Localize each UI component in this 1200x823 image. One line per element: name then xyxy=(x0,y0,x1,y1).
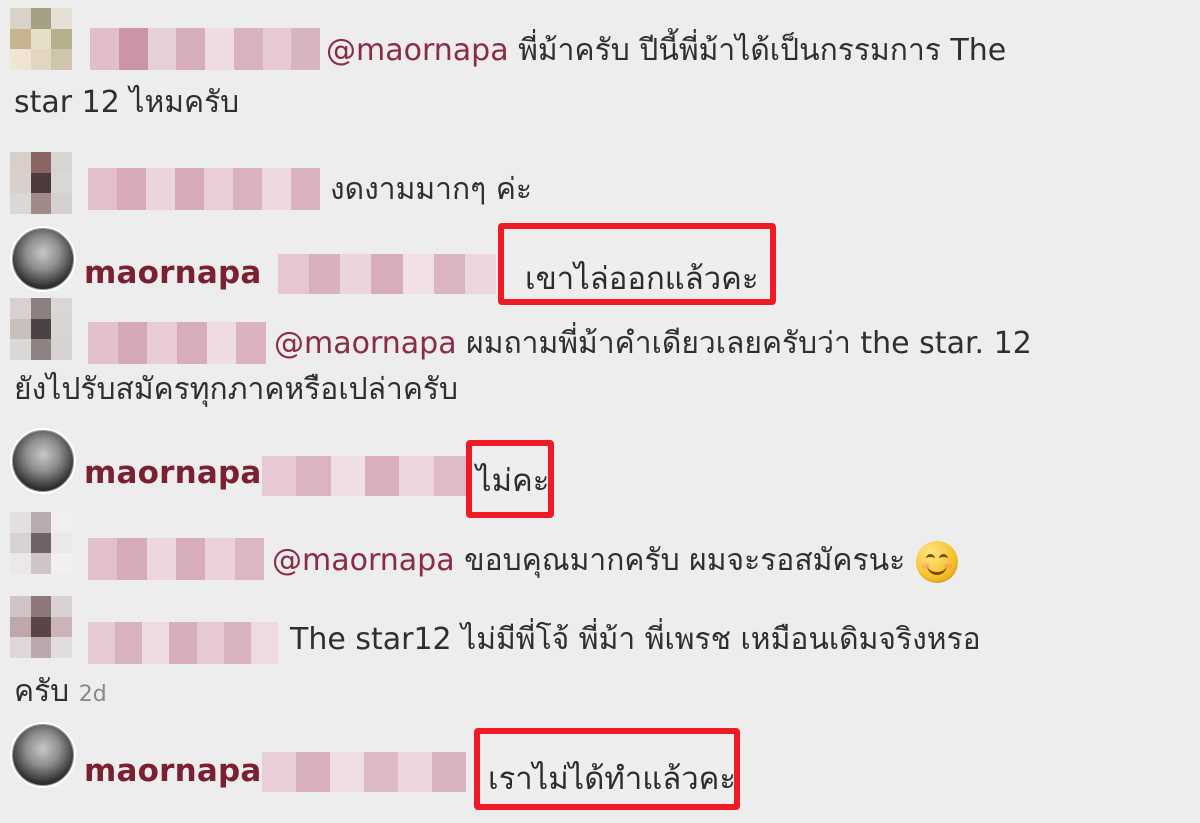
reply-text: เราไม่ได้ทำแล้วคะ xyxy=(488,761,737,797)
comment-text: งดงามมากๆ ค่ะ xyxy=(330,172,533,207)
avatar xyxy=(10,596,72,658)
comment-body: ขอบคุณมากครับ ผมจะรอสมัครนะ xyxy=(454,543,906,578)
comment-body: ผมถามพี่ม้าคำเดียวเลยครับว่า the star. 1… xyxy=(456,326,1032,361)
comment-body: พี่ม้าครับ ปีนี้พี่ม้าได้เป็นกรรมการ The xyxy=(508,33,1007,68)
comment-text-line-2: star 12 ไหมครับ xyxy=(14,85,240,120)
avatar xyxy=(10,152,72,214)
blurred-username xyxy=(90,28,320,70)
blurred-username xyxy=(88,168,320,210)
avatar xyxy=(10,226,76,292)
avatar xyxy=(10,512,72,574)
timestamp: 2d xyxy=(78,682,107,707)
comment-text: @maornapa ขอบคุณมากครับ ผมจะรอสมัครนะ xyxy=(272,543,905,579)
comment-text: @maornapa พี่ม้าครับ ปีนี้พี่ม้าได้เป็นก… xyxy=(326,33,1006,69)
comment-body-line-2: ครับ xyxy=(14,674,70,709)
comment-text-line-2: ครับ 2d xyxy=(14,674,107,710)
username[interactable]: maornapa xyxy=(84,753,262,789)
comment-thread: @maornapa พี่ม้าครับ ปีนี้พี่ม้าได้เป็นก… xyxy=(0,0,1200,823)
blurred-username xyxy=(88,322,266,364)
blurred-username xyxy=(88,622,278,664)
comment-text: @maornapa ผมถามพี่ม้าคำเดียวเลยครับว่า t… xyxy=(274,326,1032,362)
blurred-subtitle xyxy=(262,752,466,792)
smile-emoji-icon xyxy=(916,541,958,583)
comment-text: The star12 ไม่มีพี่โจ้ พี่ม้า พี่เพรช เห… xyxy=(290,622,981,657)
mention-link[interactable]: @maornapa xyxy=(274,326,457,361)
avatar xyxy=(10,722,76,788)
avatar xyxy=(10,8,72,70)
username[interactable]: maornapa xyxy=(84,255,262,291)
mention-link[interactable]: @maornapa xyxy=(272,543,455,578)
blurred-username xyxy=(88,538,264,580)
reply-text: เขาไล่ออกแล้วคะ xyxy=(525,261,759,297)
blurred-subtitle xyxy=(278,254,496,294)
mention-link[interactable]: @maornapa xyxy=(326,33,509,68)
comment-text-line-2: ยังไปรับสมัครทุกภาคหรือเปล่าครับ xyxy=(14,372,459,407)
username[interactable]: maornapa xyxy=(84,455,262,491)
reply-text: ไม่คะ xyxy=(476,463,550,499)
avatar xyxy=(10,428,76,494)
avatar xyxy=(10,298,72,360)
blurred-subtitle xyxy=(262,456,468,496)
